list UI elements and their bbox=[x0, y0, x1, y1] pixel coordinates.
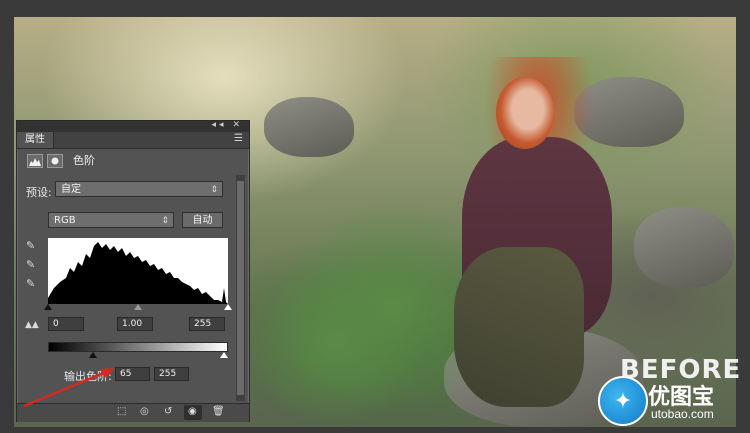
input-white-field[interactable]: 255 bbox=[189, 317, 225, 331]
close-icon[interactable]: ✕ bbox=[232, 120, 243, 130]
input-gamma-handle[interactable] bbox=[134, 304, 142, 310]
eye-icon[interactable]: ◉ bbox=[188, 406, 197, 417]
output-black-handle[interactable] bbox=[89, 352, 97, 358]
output-black-field[interactable]: 65 bbox=[115, 367, 150, 381]
output-white-handle[interactable] bbox=[220, 352, 228, 358]
adjustment-title: 色阶 bbox=[73, 154, 95, 167]
bird-logo-icon: ✦ bbox=[598, 376, 648, 426]
input-gamma-field[interactable]: 1.00 bbox=[117, 317, 153, 331]
rock bbox=[264, 97, 354, 157]
trash-icon[interactable]: 🗑 bbox=[212, 406, 225, 417]
select-arrows-icon: ⇕ bbox=[210, 185, 218, 195]
output-white-field[interactable]: 255 bbox=[154, 367, 189, 381]
view-previous-icon[interactable]: ◎ bbox=[140, 406, 149, 417]
eyedropper-icon[interactable]: ✎ bbox=[26, 258, 35, 271]
reset-icon[interactable]: ↺ bbox=[164, 406, 172, 417]
clipping-warning-icon[interactable]: ▲▲ bbox=[25, 320, 39, 330]
woman-legs bbox=[454, 247, 584, 407]
panel-topbar: ◂◂ ✕ bbox=[17, 120, 249, 132]
panel-collapse-close[interactable]: ◂◂ ✕ bbox=[212, 120, 243, 130]
input-black-handle[interactable] bbox=[44, 304, 52, 310]
panel-tabrow: 属性 ☰ bbox=[17, 132, 249, 149]
eyedropper-icon[interactable]: ✎ bbox=[26, 239, 35, 252]
histogram bbox=[48, 238, 228, 304]
rock bbox=[634, 207, 734, 287]
preset-value: 自定 bbox=[61, 184, 81, 195]
scrollbar-thumb[interactable] bbox=[237, 181, 244, 395]
annotation-arrow bbox=[23, 368, 114, 408]
fern bbox=[244, 257, 424, 427]
woman-head bbox=[496, 77, 554, 149]
auto-button[interactable]: 自动 bbox=[182, 212, 223, 228]
preset-select[interactable]: 自定 ⇕ bbox=[55, 181, 223, 197]
input-black-field[interactable]: 0 bbox=[48, 317, 84, 331]
mask-icon[interactable] bbox=[47, 154, 63, 168]
levels-icon[interactable] bbox=[27, 154, 43, 168]
input-levels-slider[interactable] bbox=[44, 304, 232, 310]
output-gradient-bar bbox=[48, 342, 228, 352]
tab-properties[interactable]: 属性 bbox=[17, 132, 54, 148]
channel-value: RGB bbox=[54, 215, 76, 226]
eyedropper-icon[interactable]: ✎ bbox=[26, 277, 35, 290]
brand-url: utobao.com bbox=[651, 407, 714, 421]
input-white-handle[interactable] bbox=[224, 304, 232, 310]
channel-select[interactable]: RGB ⇕ bbox=[48, 212, 174, 228]
select-arrows-icon: ⇕ bbox=[161, 216, 169, 226]
preset-label: 预设: bbox=[26, 186, 52, 199]
double-chevron-icon[interactable]: ◂◂ bbox=[212, 120, 227, 130]
menu-icon[interactable]: ☰ bbox=[234, 133, 243, 144]
